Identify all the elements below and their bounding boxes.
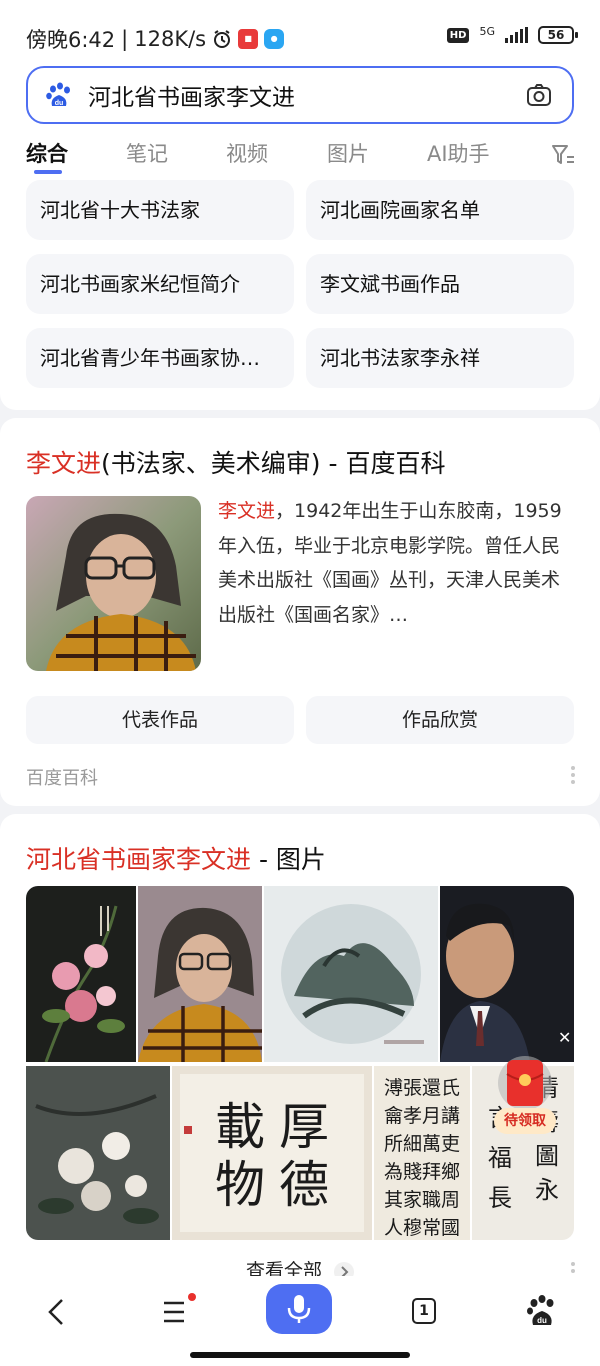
tab-images[interactable]: 图片 xyxy=(327,138,369,168)
image-thumbnail-landscape[interactable] xyxy=(264,886,438,1062)
voice-search-button[interactable] xyxy=(266,1284,332,1334)
related-search-item[interactable]: 河北省青少年书画家协… xyxy=(26,328,294,388)
status-right: HD 5G 56 xyxy=(446,24,578,44)
app-notification-icon: ● xyxy=(264,29,285,49)
more-options-icon[interactable] xyxy=(570,766,576,788)
related-search-item[interactable]: 河北书法家李永祥 xyxy=(306,328,574,388)
works-appreciation-button[interactable]: 作品欣赏 xyxy=(306,696,574,744)
search-bar-container: du 河北省书画家李文进 xyxy=(0,58,600,130)
red-envelope-icon xyxy=(498,1056,552,1110)
calligraphy-text-1: 厚 xyxy=(279,1098,329,1156)
svg-text:永: 永 xyxy=(535,1176,559,1204)
baike-title-highlight: 李文进 xyxy=(26,449,102,478)
tabs-count-button[interactable]: 1 xyxy=(402,1290,446,1334)
tab-notes[interactable]: 笔记 xyxy=(126,138,168,168)
menu-icon[interactable] xyxy=(152,1290,196,1334)
search-tabs: 综合 笔记 视频 图片 AI助手 xyxy=(0,130,600,180)
network-type: 5G xyxy=(479,24,495,38)
tabs-count: 1 xyxy=(412,1298,436,1324)
image-thumbnail-calligraphy-script[interactable]: 溥張還氏 龠孝月講 所細萬吏 為賤拜鄉 其家職周 人穆常國 xyxy=(374,1066,470,1240)
baidu-home-icon[interactable]: du xyxy=(520,1290,564,1334)
related-search-item[interactable]: 李文斌书画作品 xyxy=(306,254,574,314)
status-speed: 128K/s xyxy=(134,27,207,51)
baike-title-rest: (书法家、美术编审) - 百度百科 xyxy=(101,449,446,478)
baike-title[interactable]: 李文进(书法家、美术编审) - 百度百科 xyxy=(26,444,445,480)
baidu-paw-icon: du xyxy=(46,82,70,107)
camera-icon[interactable] xyxy=(524,80,554,110)
svg-text:物: 物 xyxy=(215,1156,265,1214)
bottom-navigation: 1 du xyxy=(0,1276,600,1366)
search-query[interactable]: 河北省书画家李文进 xyxy=(88,78,524,112)
svg-text:其家職周: 其家職周 xyxy=(384,1189,460,1211)
microphone-icon xyxy=(287,1295,311,1323)
close-icon[interactable]: ✕ xyxy=(558,1028,571,1047)
portrait-photo[interactable] xyxy=(26,496,201,671)
related-search-item[interactable]: 河北画院画家名单 xyxy=(306,180,574,240)
svg-text:德: 德 xyxy=(279,1156,329,1214)
svg-text:圖: 圖 xyxy=(535,1142,559,1170)
red-packet-floating-button[interactable]: 待领取 xyxy=(494,1056,556,1136)
svg-text:人穆常國: 人穆常國 xyxy=(384,1217,460,1239)
image-thumbnail-portrait[interactable] xyxy=(138,886,262,1062)
svg-text:所細萬吏: 所細萬吏 xyxy=(384,1133,460,1155)
images-title[interactable]: 河北省书画家李文进 - 图片 xyxy=(26,840,326,876)
image-thumbnail-peony[interactable] xyxy=(26,886,136,1062)
image-thumbnail-white-flowers[interactable] xyxy=(26,1066,170,1240)
images-title-highlight: 河北省书画家李文进 xyxy=(26,845,252,874)
svg-text:溥張還氏: 溥張還氏 xyxy=(384,1077,460,1099)
tab-ai-assistant[interactable]: AI助手 xyxy=(427,138,490,168)
hd-icon: HD xyxy=(446,27,470,43)
svg-text:載: 載 xyxy=(215,1098,265,1156)
status-divider: | xyxy=(121,27,129,51)
image-thumbnail-calligraphy-houde[interactable]: 厚 德 載 物 xyxy=(172,1066,372,1240)
baike-result-card: 李文进(书法家、美术编审) - 百度百科 李文进，1942年出生于山东胶南，19… xyxy=(0,418,600,806)
active-tab-indicator xyxy=(34,170,62,174)
related-searches-card: 河北省十大书法家 河北画院画家名单 河北书画家米纪恒简介 李文斌书画作品 河北省… xyxy=(0,180,600,410)
red-packet-label: 待领取 xyxy=(494,1108,556,1134)
images-title-rest: - 图片 xyxy=(251,845,326,874)
home-indicator xyxy=(190,1352,410,1358)
related-search-item[interactable]: 河北省十大书法家 xyxy=(26,180,294,240)
search-input[interactable]: du 河北省书画家李文进 xyxy=(26,66,574,124)
baike-desc-highlight: 李文进 xyxy=(218,500,276,522)
svg-text:福: 福 xyxy=(488,1144,512,1172)
news-app-icon: ■ xyxy=(238,29,259,49)
image-thumbnail-man-suit[interactable] xyxy=(440,886,574,1062)
svg-text:du: du xyxy=(537,1316,547,1325)
svg-text:長: 長 xyxy=(488,1184,512,1212)
baike-source[interactable]: 百度百科 xyxy=(26,764,98,790)
svg-text:du: du xyxy=(55,100,64,107)
battery-icon: 56 xyxy=(538,26,578,44)
back-icon[interactable] xyxy=(36,1290,80,1334)
representative-works-button[interactable]: 代表作品 xyxy=(26,696,294,744)
filter-icon[interactable] xyxy=(550,142,576,168)
alarm-icon xyxy=(214,30,231,48)
baike-description: 李文进，1942年出生于山东胶南，1959年入伍，毕业于北京电影学院。曾任人民美… xyxy=(218,494,568,632)
tab-videos[interactable]: 视频 xyxy=(226,138,268,168)
svg-text:龠孝月講: 龠孝月講 xyxy=(384,1105,460,1127)
tab-all[interactable]: 综合 xyxy=(26,138,68,168)
related-search-item[interactable]: 河北书画家米纪恒简介 xyxy=(26,254,294,314)
signal-icon xyxy=(505,27,528,43)
status-left: 傍晚6:42 | 128K/s ■ ● xyxy=(26,24,285,54)
svg-text:為賤拜鄉: 為賤拜鄉 xyxy=(384,1161,460,1183)
status-time: 傍晚6:42 xyxy=(26,28,116,52)
images-result-card: 河北省书画家李文进 - 图片 厚 德 載 物 溥張還氏 龠孝月講 所細萬吏 為賤… xyxy=(0,814,600,1294)
